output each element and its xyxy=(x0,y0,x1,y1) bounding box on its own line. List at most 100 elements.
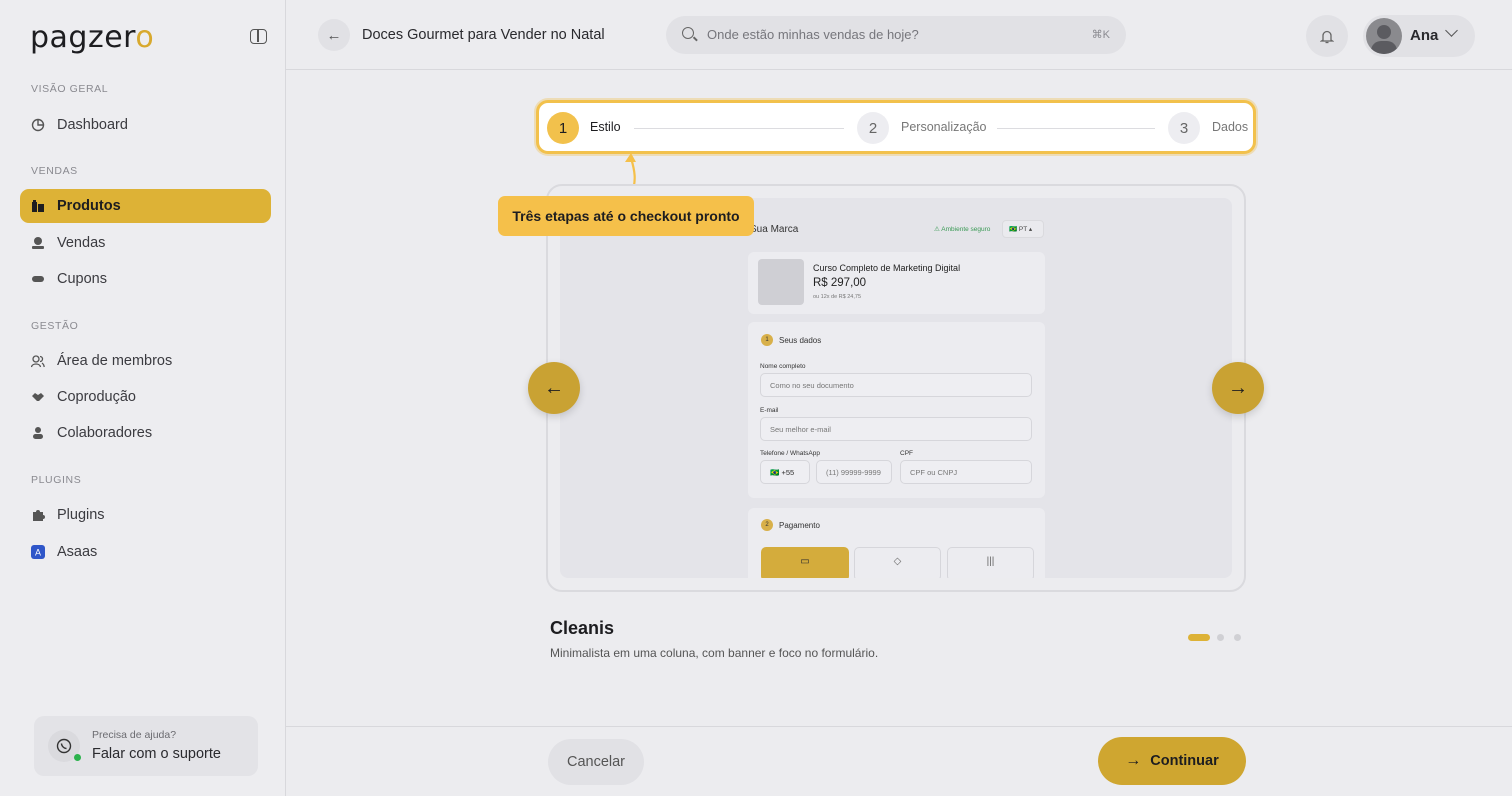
notifications-button[interactable] xyxy=(1306,15,1348,57)
preview-brand: Sua Marca xyxy=(750,224,799,235)
user-name: Ana xyxy=(1410,27,1439,44)
step-connector xyxy=(997,128,1155,129)
sidebar-item-label: Coprodução xyxy=(57,389,136,405)
users-icon xyxy=(30,354,45,368)
pagination-dot[interactable] xyxy=(1217,634,1224,641)
user-menu[interactable]: Ana xyxy=(1363,15,1475,57)
continue-button[interactable]: → Continuar xyxy=(1098,737,1246,785)
support-question: Precisa de ajuda? xyxy=(92,729,177,741)
sidebar-item-sales[interactable]: Vendas xyxy=(20,226,271,260)
preview-email-label: E-mail xyxy=(760,407,779,414)
stepper: 1 Estilo 2 Personalização 3 Dados xyxy=(536,100,1256,154)
sidebar-item-asaas[interactable]: A Asaas xyxy=(20,535,271,569)
sidebar-item-members-area[interactable]: Área de membros xyxy=(20,344,271,378)
avatar xyxy=(1366,18,1402,54)
asaas-logo-icon: A xyxy=(31,545,45,559)
footer-bar xyxy=(286,726,1512,796)
preview-name-label: Nome completo xyxy=(760,363,806,370)
step-number-3[interactable]: 3 xyxy=(1168,112,1200,144)
product-image-icon xyxy=(758,259,804,305)
preview-product-name: Curso Completo de Marketing Digital xyxy=(813,263,961,273)
sidebar-item-coupons[interactable]: Cupons xyxy=(20,262,271,296)
arrow-left-icon: ← xyxy=(544,376,564,399)
preview-section-1-title: Seus dados xyxy=(779,336,822,345)
section-label-management: GESTÃO xyxy=(31,320,79,332)
step-connector xyxy=(634,128,844,129)
preview-cpf-input: CPF ou CNPJ xyxy=(900,460,1032,484)
step-label-2[interactable]: Personalização xyxy=(901,120,986,134)
search-shortcut: ⌘K xyxy=(1091,29,1110,41)
preview-phone-label: Telefone / WhatsApp xyxy=(760,450,820,457)
logo[interactable]: pagzero xyxy=(30,20,154,55)
step-label-1[interactable]: Estilo xyxy=(590,120,621,134)
preview-payment-section: 2 Pagamento ▭ ◇ ||| xyxy=(748,508,1045,578)
search-input[interactable]: Onde estão minhas vendas de hoje? ⌘K xyxy=(666,16,1126,54)
arrow-right-icon: → xyxy=(1228,376,1248,399)
sidebar-item-coproduction[interactable]: Coprodução xyxy=(20,380,271,414)
products-icon xyxy=(31,199,45,213)
support-card[interactable]: Precisa de ajuda? Falar com o suporte xyxy=(34,716,258,776)
svg-text:A: A xyxy=(35,548,41,558)
preview-product-card: Curso Completo de Marketing Digital R$ 2… xyxy=(748,252,1045,314)
sidebar-item-label: Asaas xyxy=(57,544,98,560)
step-number-2[interactable]: 2 xyxy=(857,112,889,144)
back-button[interactable]: ← xyxy=(318,19,350,51)
preview-installments: ou 12x de R$ 24,75 xyxy=(813,294,862,300)
previous-template-button[interactable]: ← xyxy=(528,362,580,414)
card-payment-icon: ▭ xyxy=(761,547,849,578)
preview-secure: ⚠ Ambiente seguro xyxy=(934,226,991,233)
pix-payment-icon: ◇ xyxy=(854,547,941,578)
sidebar-item-label: Dashboard xyxy=(57,117,128,133)
search-icon xyxy=(682,27,694,39)
preview-price: R$ 297,00 xyxy=(813,277,867,289)
checkout-preview: Sua Marca ⚠ Ambiente seguro 🇧🇷 PT ▴ Curs… xyxy=(560,198,1232,578)
boleto-payment-icon: ||| xyxy=(947,547,1034,578)
sidebar: pagzero VISÃO GERAL Dashboard VENDAS Pro… xyxy=(0,0,286,796)
preview-section-2-number: 2 xyxy=(761,519,773,531)
pagination-dot[interactable] xyxy=(1234,634,1241,641)
section-label-sales: VENDAS xyxy=(31,165,78,177)
sidebar-collapse-icon[interactable] xyxy=(250,29,267,44)
sales-icon xyxy=(31,236,45,250)
cancel-button[interactable]: Cancelar xyxy=(548,739,644,785)
preview-data-section: 1 Seus dados Nome completo Como no seu d… xyxy=(748,322,1045,498)
step-label-3[interactable]: Dados xyxy=(1212,120,1248,134)
preview-name-input: Como no seu documento xyxy=(760,373,1032,397)
preview-email-input: Seu melhor e-mail xyxy=(760,417,1032,441)
search-placeholder: Onde estão minhas vendas de hoje? xyxy=(707,27,919,42)
preview-section-1-number: 1 xyxy=(761,334,773,346)
sidebar-item-label: Produtos xyxy=(57,198,121,214)
step-number-1[interactable]: 1 xyxy=(547,112,579,144)
sidebar-item-label: Colaboradores xyxy=(57,425,153,441)
template-description: Minimalista em uma coluna, com banner e … xyxy=(550,646,879,660)
sidebar-item-label: Plugins xyxy=(57,507,105,523)
template-name: Cleanis xyxy=(550,618,615,638)
preview-lang-select: 🇧🇷 PT ▴ xyxy=(1002,220,1044,238)
chevron-down-icon xyxy=(1445,24,1458,37)
sidebar-item-products[interactable]: Produtos xyxy=(20,189,271,223)
sidebar-item-label: Área de membros xyxy=(57,353,173,369)
preview-phone-code: 🇧🇷 +55 xyxy=(760,460,810,484)
section-label-plugins: PLUGINS xyxy=(31,474,82,486)
arrow-right-icon: → xyxy=(1125,752,1142,769)
section-label-overview: VISÃO GERAL xyxy=(31,83,109,95)
template-preview: Sua Marca ⚠ Ambiente seguro 🇧🇷 PT ▴ Curs… xyxy=(546,184,1246,592)
online-status-dot xyxy=(74,754,81,761)
pagination-dot-active[interactable] xyxy=(1188,634,1210,641)
preview-phone-input: (11) 99999-9999 xyxy=(816,460,892,484)
support-link[interactable]: Falar com o suporte xyxy=(92,746,221,762)
sidebar-item-plugins[interactable]: Plugins xyxy=(20,498,271,532)
arrow-left-icon: ← xyxy=(326,26,342,44)
sidebar-item-label: Cupons xyxy=(57,271,107,287)
coupon-icon xyxy=(31,272,45,286)
chart-pie-icon xyxy=(31,118,45,132)
continue-label: Continuar xyxy=(1150,753,1219,769)
sidebar-item-label: Vendas xyxy=(57,235,106,251)
preview-cpf-label: CPF xyxy=(900,450,913,457)
puzzle-icon xyxy=(31,508,45,522)
sidebar-item-dashboard[interactable]: Dashboard xyxy=(20,108,271,142)
onboarding-tooltip: Três etapas até o checkout pronto xyxy=(498,196,754,236)
next-template-button[interactable]: → xyxy=(1212,362,1264,414)
user-icon xyxy=(31,426,45,440)
sidebar-item-collaborators[interactable]: Colaboradores xyxy=(20,416,271,450)
